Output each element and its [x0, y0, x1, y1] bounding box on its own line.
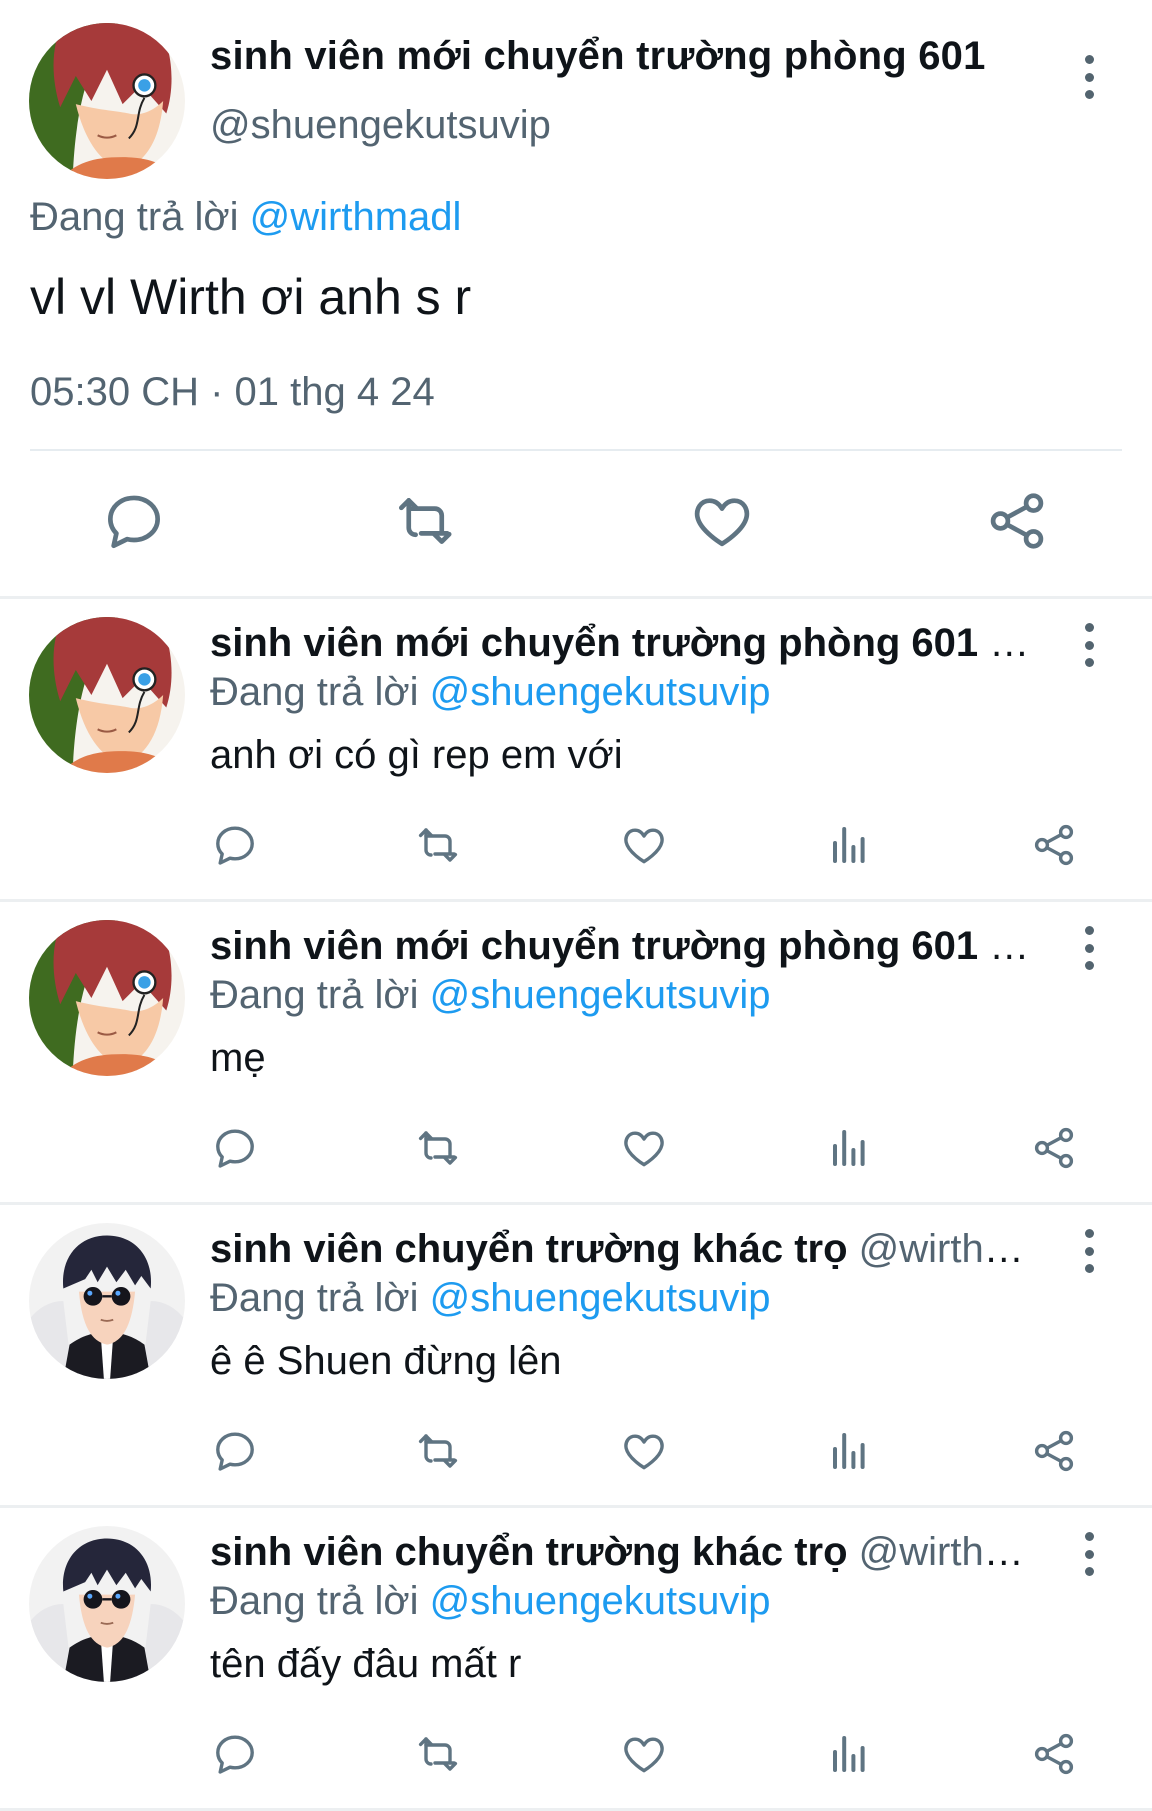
- like-icon[interactable]: [620, 1124, 668, 1172]
- replying-to-label: Đang trả lời: [210, 670, 419, 714]
- reply-icon[interactable]: [211, 1124, 259, 1172]
- author-handle[interactable]: @wirthmadl: [859, 1530, 1055, 1574]
- avatar[interactable]: [29, 1223, 185, 1379]
- reply-tweet[interactable]: sinh viên mới chuyển trường phòng 601 @s…: [0, 599, 1152, 902]
- reply-header: sinh viên chuyển trường khác trọ @wirthm…: [210, 1227, 1055, 1272]
- author-handle[interactable]: @wirthmadl: [859, 1227, 1055, 1271]
- replying-to-line: Đang trả lời @wirthmadl: [30, 195, 461, 240]
- retweet-icon[interactable]: [416, 1427, 464, 1475]
- share-icon[interactable]: [1030, 1427, 1078, 1475]
- share-icon[interactable]: [1030, 1124, 1078, 1172]
- reply-icon[interactable]: [211, 1730, 259, 1778]
- replying-to-mention[interactable]: @shuengekutsuvip: [430, 1276, 771, 1320]
- like-icon[interactable]: [620, 1730, 668, 1778]
- share-icon[interactable]: [1030, 821, 1078, 869]
- replying-to-label: Đang trả lời: [210, 1579, 419, 1623]
- divider: [30, 449, 1122, 451]
- main-tweet: sinh viên mới chuyển trường phòng 601 @s…: [0, 0, 1152, 599]
- avatar[interactable]: [29, 920, 185, 1076]
- tweet-text: vl vl Wirth ơi anh s r: [30, 269, 472, 325]
- author-name[interactable]: sinh viên mới chuyển trường phòng 601: [210, 621, 978, 665]
- author-handle[interactable]: @shuengekutsuvip: [989, 621, 1055, 665]
- replying-to-mention[interactable]: @shuengekutsuvip: [430, 1579, 771, 1623]
- retweet-icon[interactable]: [416, 1124, 464, 1172]
- reply-icon[interactable]: [211, 1427, 259, 1475]
- reply-header: sinh viên chuyển trường khác trọ @wirthm…: [210, 1530, 1055, 1575]
- reply-tweet[interactable]: sinh viên chuyển trường khác trọ @wirthm…: [0, 1508, 1152, 1811]
- more-options-icon[interactable]: [1077, 926, 1101, 970]
- author-name[interactable]: sinh viên chuyển trường khác trọ: [210, 1530, 848, 1574]
- retweet-icon[interactable]: [395, 488, 461, 554]
- tweet-text: ê ê Shuen đừng lên: [210, 1339, 562, 1383]
- retweet-icon[interactable]: [416, 821, 464, 869]
- tweet-text: mẹ: [210, 1036, 266, 1080]
- avatar[interactable]: [29, 1526, 185, 1682]
- avatar[interactable]: [29, 23, 185, 179]
- author-handle[interactable]: @shuengekutsuvip: [989, 924, 1055, 968]
- author-name[interactable]: sinh viên chuyển trường khác trọ: [210, 1227, 848, 1271]
- author-name[interactable]: sinh viên mới chuyển trường phòng 601: [210, 34, 986, 79]
- replying-to-label: Đang trả lời: [210, 973, 419, 1017]
- views-icon[interactable]: [825, 821, 873, 869]
- tweet-text: tên đấy đâu mất r: [210, 1642, 522, 1686]
- replying-to-line: Đang trả lời @shuengekutsuvip: [210, 1276, 771, 1321]
- more-options-icon[interactable]: [1077, 55, 1101, 99]
- replying-to-line: Đang trả lời @shuengekutsuvip: [210, 670, 771, 715]
- reply-header: sinh viên mới chuyển trường phòng 601 @s…: [210, 924, 1055, 969]
- more-options-icon[interactable]: [1077, 1229, 1101, 1273]
- replying-to-mention[interactable]: @shuengekutsuvip: [430, 973, 771, 1017]
- retweet-icon[interactable]: [416, 1730, 464, 1778]
- author-handle[interactable]: @shuengekutsuvip: [210, 103, 551, 148]
- like-icon[interactable]: [689, 488, 755, 554]
- replying-to-mention[interactable]: @shuengekutsuvip: [430, 670, 771, 714]
- replying-to-line: Đang trả lời @shuengekutsuvip: [210, 973, 771, 1018]
- replying-to-label: Đang trả lời: [30, 195, 239, 239]
- share-icon[interactable]: [984, 488, 1050, 554]
- author-name[interactable]: sinh viên mới chuyển trường phòng 601: [210, 924, 978, 968]
- avatar[interactable]: [29, 617, 185, 773]
- share-icon[interactable]: [1030, 1730, 1078, 1778]
- reply-header: sinh viên mới chuyển trường phòng 601 @s…: [210, 621, 1055, 666]
- tweet-text: anh ơi có gì rep em với: [210, 733, 623, 777]
- reply-tweet[interactable]: sinh viên mới chuyển trường phòng 601 @s…: [0, 902, 1152, 1205]
- like-icon[interactable]: [620, 1427, 668, 1475]
- replying-to-line: Đang trả lời @shuengekutsuvip: [210, 1579, 771, 1624]
- replying-to-label: Đang trả lời: [210, 1276, 419, 1320]
- more-options-icon[interactable]: [1077, 1532, 1101, 1576]
- views-icon[interactable]: [825, 1427, 873, 1475]
- more-options-icon[interactable]: [1077, 623, 1101, 667]
- like-icon[interactable]: [620, 821, 668, 869]
- replying-to-mention[interactable]: @wirthmadl: [250, 195, 462, 239]
- tweet-timestamp: 05:30 CH · 01 thg 4 24: [30, 370, 435, 414]
- reply-tweet[interactable]: sinh viên chuyển trường khác trọ @wirthm…: [0, 1205, 1152, 1508]
- reply-icon[interactable]: [211, 821, 259, 869]
- reply-icon[interactable]: [101, 488, 167, 554]
- views-icon[interactable]: [825, 1730, 873, 1778]
- views-icon[interactable]: [825, 1124, 873, 1172]
